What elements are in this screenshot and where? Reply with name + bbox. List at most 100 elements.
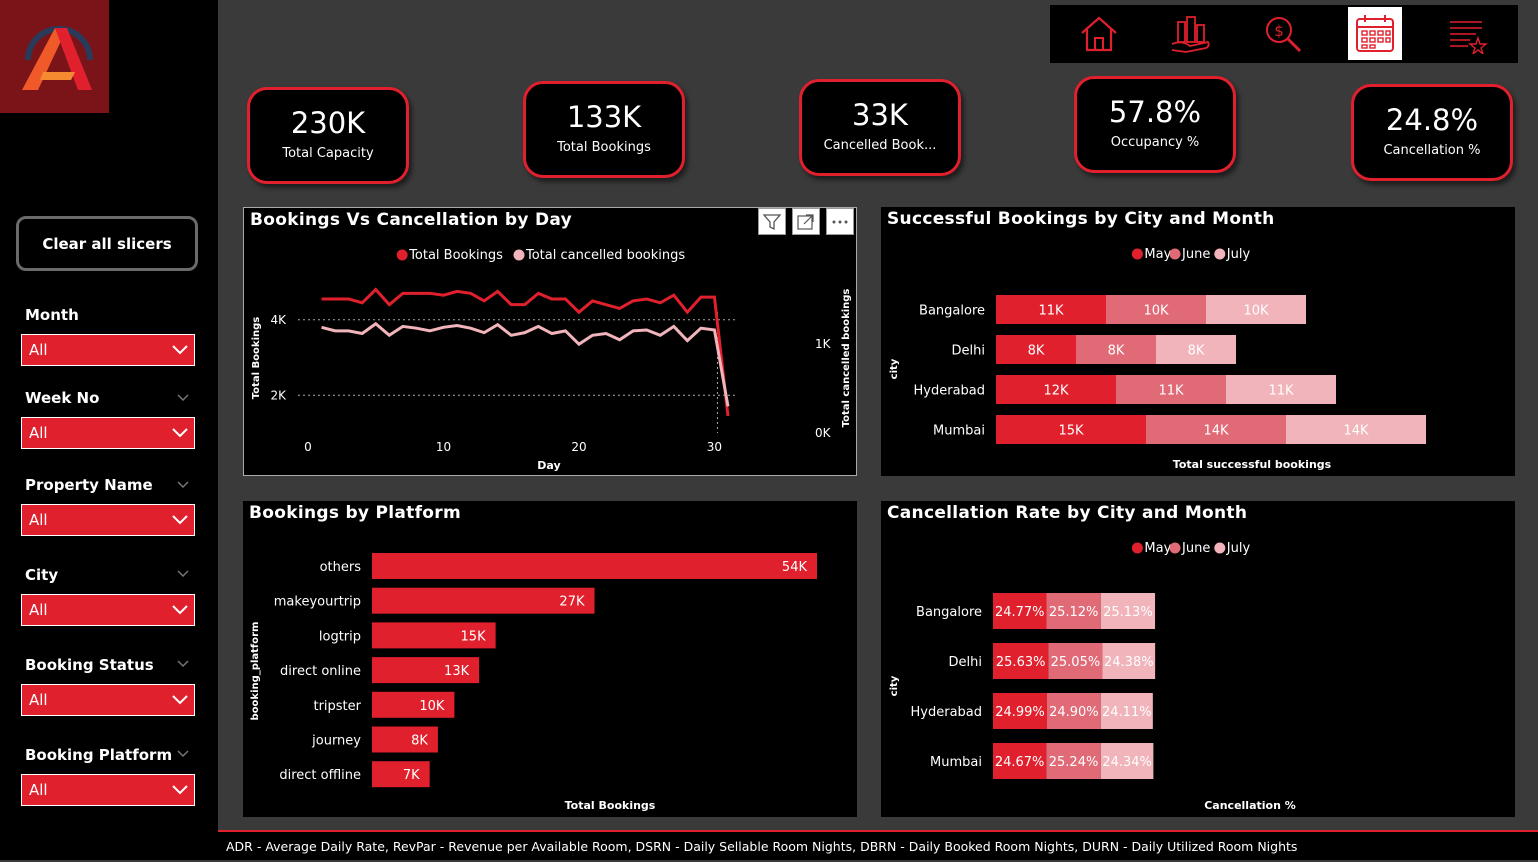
data-label: 54K [782,560,808,575]
legend-marker [1214,542,1226,554]
slicer-collapse-chevron-icon[interactable] [176,567,190,581]
category-label: tripster [313,699,361,714]
category-label: direct online [280,664,361,679]
x-tick-label: 30 [707,440,722,454]
data-label: 11K [1038,304,1064,319]
slicer-collapse-chevron-icon[interactable] [176,478,190,492]
logo [0,0,109,113]
data-label: 24.34% [1102,755,1152,770]
chevron-down-icon [172,345,188,355]
more-options-icon [832,220,848,223]
chevron-down-icon [172,785,188,795]
category-label: Bangalore [919,304,985,319]
legend-marker [513,249,525,261]
cancellation-rate-chart: May June July Bangalore 24.77% 25.12% 25.13% De… [889,541,1296,812]
kpi-card-occupancy: 57.8% Occupancy % [1074,76,1236,173]
slicer-title-city: City [25,566,59,584]
data-label: 25.24% [1049,755,1099,770]
booking-status-dropdown[interactable]: All [21,684,195,716]
kpi-value: 24.8% [1385,103,1479,137]
clear-all-slicers-button[interactable]: Clear all slicers [16,216,198,271]
x-tick-label: 0 [304,440,312,454]
legend-label: May [1144,247,1171,262]
svg-text:$: $ [1274,22,1284,40]
month-dropdown[interactable]: All [21,334,195,366]
nav-city-button[interactable] [1164,7,1218,60]
data-label: 8K [1108,344,1125,359]
calendar-icon [1356,14,1394,52]
y-axis-title: booking_platform [250,622,261,721]
legend-marker [1131,542,1143,554]
city-hand-icon [1171,15,1210,53]
category-label: direct offline [279,768,361,783]
x-axis-title: Cancellation % [1204,799,1296,812]
data-label: 10K [1243,304,1269,319]
data-label: 15K [1058,424,1084,439]
week-no-dropdown-value: All [29,424,48,442]
kpi-label: Total Bookings [557,140,651,155]
data-label: 11K [1158,384,1184,399]
category-label: Delhi [952,344,985,359]
expand-icon [797,213,814,230]
nav-revenue-button[interactable]: $ [1256,7,1310,60]
slicer-collapse-chevron-icon[interactable] [176,747,190,761]
slicer-title-property-name: Property Name [25,476,153,494]
city-dropdown[interactable]: All [21,594,195,626]
y2-tick-label: 0K [815,426,832,440]
filter-button[interactable] [758,208,786,235]
data-label: 25.05% [1051,655,1101,670]
kpi-label: Cancelled Book... [823,138,937,153]
line-chart: Total Bookings Total cancelled bookings 2K… [251,248,852,472]
kpi-label: Occupancy % [1110,135,1200,150]
property-name-dropdown-value: All [29,511,48,529]
data-label: 15K [461,629,487,644]
kpi-value: 57.8% [1108,95,1202,129]
home-icon [1081,16,1117,51]
data-label: 24.11% [1102,705,1152,720]
slicer-collapse-chevron-icon[interactable] [176,391,190,405]
nav-home-button[interactable] [1072,7,1126,60]
data-label: 10K [419,699,445,714]
data-label: 25.13% [1103,605,1153,620]
focus-mode-button[interactable] [792,208,820,235]
series-line-total-bookings [321,287,730,417]
list-star-icon [1450,20,1488,54]
data-label: 14K [1203,424,1229,439]
chevron-down-icon [172,515,188,525]
month-dropdown-value: All [29,341,48,359]
category-label: Hyderabad [911,705,983,720]
y-tick-label: 4K [270,313,287,327]
legend-label: June [1181,541,1210,556]
booking-platform-dropdown[interactable]: All [21,774,195,806]
atliq-logo-icon [22,26,93,90]
legend-label: Total Bookings [408,248,503,263]
category-label: journey [311,734,361,749]
legend-label: Total cancelled bookings [525,248,685,263]
category-label: Bangalore [916,605,982,620]
y-tick-label: 2K [270,388,287,402]
category-label: Mumbai [933,424,985,439]
nav-calendar-button[interactable] [1348,7,1402,60]
data-label: 13K [444,664,470,679]
property-name-dropdown[interactable]: All [21,504,195,536]
data-label: 14K [1343,424,1369,439]
filter-icon [763,213,781,230]
legend-label: July [1226,247,1251,262]
kpi-value: 133K [566,100,642,134]
data-label: 25.12% [1049,605,1099,620]
legend-marker [1169,542,1181,554]
more-options-button[interactable] [826,208,854,235]
week-no-dropdown[interactable]: All [21,417,195,449]
bar [372,553,817,579]
y2-axis-title: Total cancelled bookings [841,289,852,428]
page-navigation-bar: $ [1050,5,1518,63]
category-label: logtrip [319,629,361,644]
cancellation-rate-panel: Cancellation Rate by City and Month May J… [881,501,1515,817]
kpi-label: Cancellation % [1383,143,1481,158]
chevron-down-icon [172,428,188,438]
data-label: 8K [1188,344,1205,359]
nav-list-button[interactable] [1440,7,1494,60]
slicer-collapse-chevron-icon[interactable] [176,657,190,671]
booking-status-dropdown-value: All [29,691,48,709]
chevron-down-icon [172,695,188,705]
